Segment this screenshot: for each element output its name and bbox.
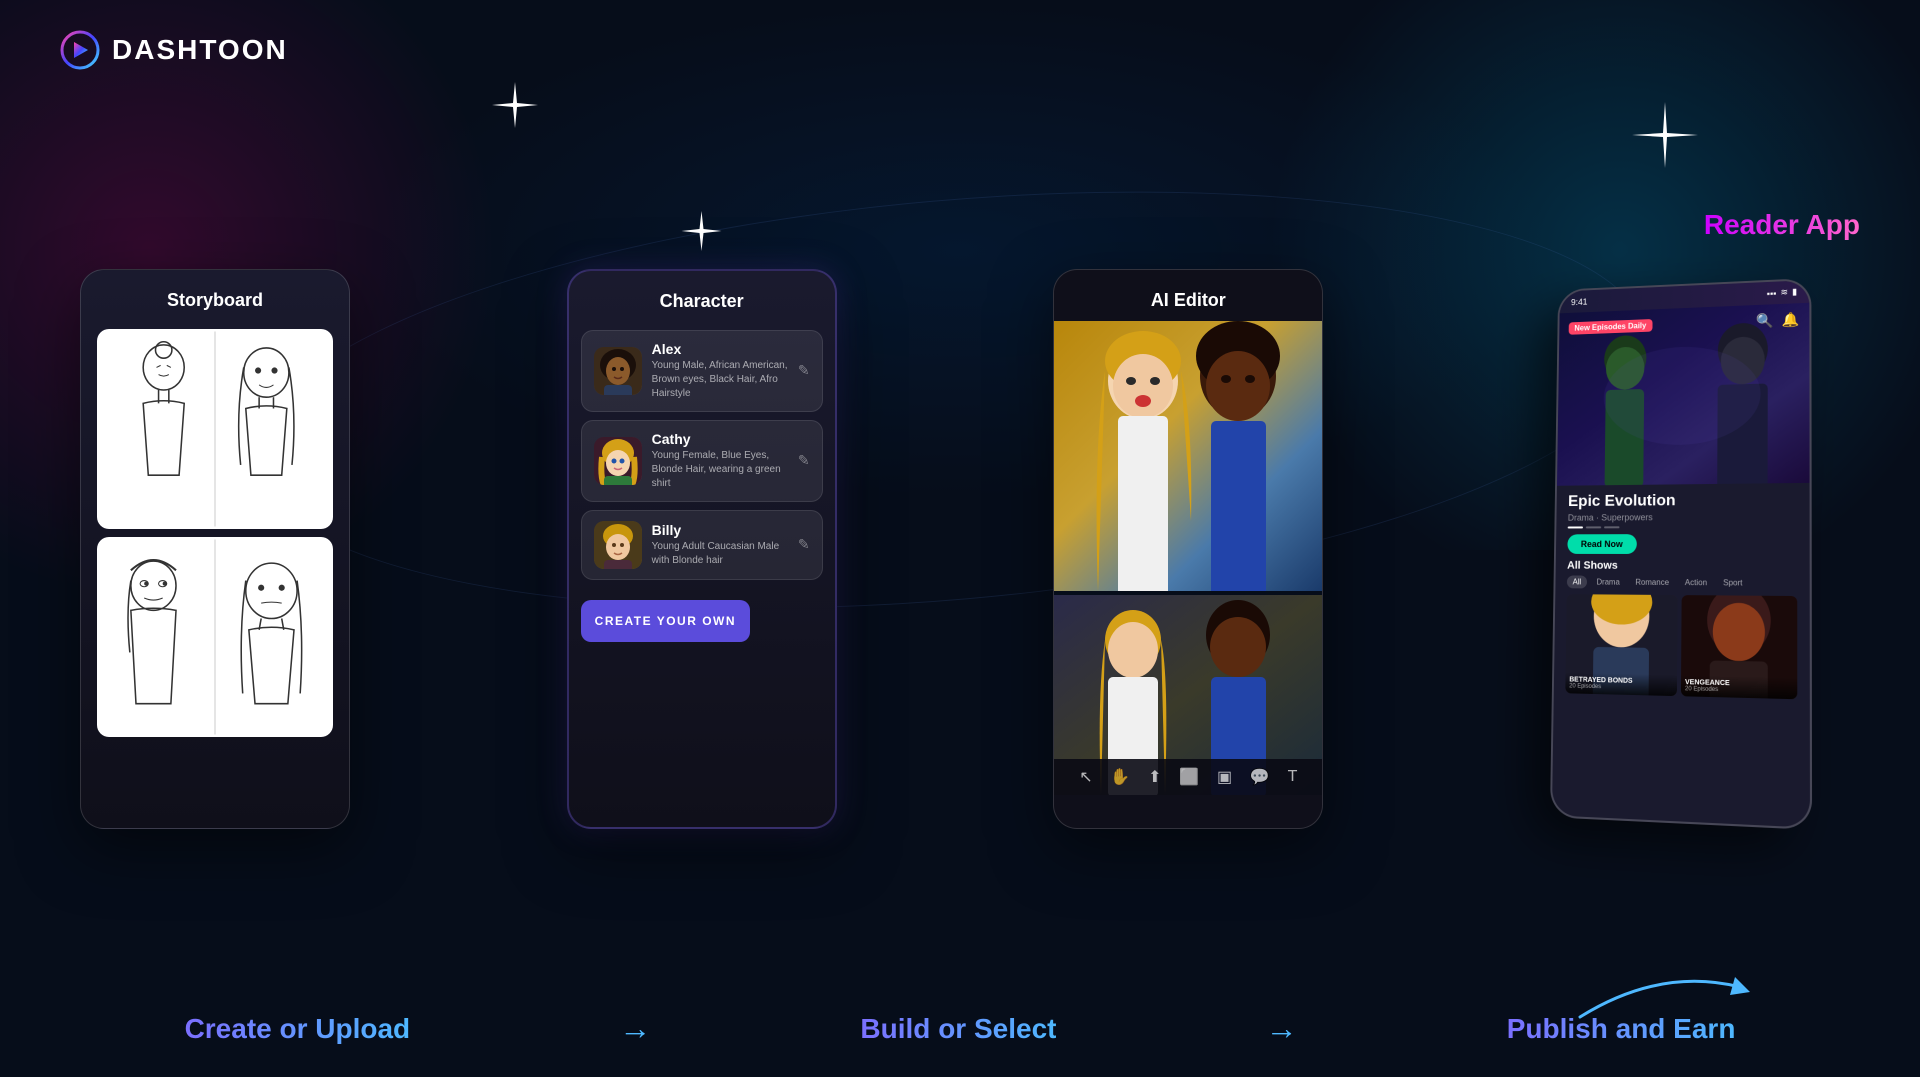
reader-app-screen: 9:41 ▪▪▪ ≋ ▮ bbox=[1550, 277, 1812, 829]
all-shows-label: All Shows bbox=[1567, 559, 1797, 572]
header: DASHTOON bbox=[60, 30, 288, 70]
reader-card-betrayed[interactable]: BETRAYED BONDS 20 Episodes bbox=[1565, 594, 1677, 696]
reader-content: Epic Evolution Drama · Superpowers Read … bbox=[1554, 482, 1810, 707]
storyboard-phone: Storyboard bbox=[80, 269, 350, 829]
ai-editor-phone-wrapper: AI Editor bbox=[1053, 269, 1323, 829]
search-icon[interactable]: 🔍 bbox=[1756, 312, 1774, 329]
reader-tabs: All Drama Romance Action Sport bbox=[1567, 575, 1797, 589]
dot-2 bbox=[1586, 526, 1601, 528]
panel-tool-icon[interactable]: ▣ bbox=[1217, 767, 1232, 787]
reader-card-vengeance[interactable]: VENGEANCE 20 Episodes bbox=[1681, 595, 1797, 699]
char-info-alex: Alex Young Male, African American, Brown… bbox=[652, 341, 788, 401]
ai-scene-bottom: ↖ ✋ ⬆ ⬜ ▣ 💬 T bbox=[1054, 595, 1322, 795]
card-overlay-betrayed: BETRAYED BONDS 20 Episodes bbox=[1565, 672, 1677, 696]
character-card-billy[interactable]: Billy Young Adult Caucasian Male with Bl… bbox=[581, 510, 823, 580]
reader-app-label: Reader App bbox=[1704, 209, 1860, 241]
character-list: Alex Young Male, African American, Brown… bbox=[569, 322, 835, 588]
char-desc-cathy: Young Female, Blue Eyes, Blonde Hair, we… bbox=[652, 449, 788, 491]
character-star bbox=[679, 209, 724, 259]
reader-app-wrapper: Reader App 9:41 ▪▪▪ ≋ ▮ bbox=[1520, 259, 1840, 839]
tab-romance[interactable]: Romance bbox=[1629, 575, 1675, 588]
arrow2: → bbox=[1266, 1010, 1298, 1047]
status-icons: ▪▪▪ ≋ ▮ bbox=[1767, 286, 1797, 298]
char-name-cathy: Cathy bbox=[652, 431, 788, 447]
tab-sport[interactable]: Sport bbox=[1717, 576, 1749, 589]
char-desc-billy: Young Adult Caucasian Male with Blonde h… bbox=[652, 540, 788, 568]
brand-name: DASHTOON bbox=[112, 34, 288, 66]
ai-toolbar: ↖ ✋ ⬆ ⬜ ▣ 💬 T bbox=[1054, 759, 1322, 795]
character-phone-wrapper: Character bbox=[567, 269, 837, 829]
ai-editor-title: AI Editor bbox=[1054, 270, 1322, 321]
tab-action[interactable]: Action bbox=[1679, 576, 1713, 589]
dot-3 bbox=[1604, 526, 1619, 528]
show-genre: Drama · Superpowers bbox=[1568, 511, 1797, 522]
char-avatar-cathy bbox=[594, 437, 642, 485]
storyboard-panels bbox=[81, 321, 349, 745]
dot-1 bbox=[1568, 526, 1583, 528]
sketch-panel-1 bbox=[97, 329, 333, 529]
signal-icon: ▪▪▪ bbox=[1767, 287, 1777, 297]
ai-scene-top bbox=[1054, 321, 1322, 591]
storyboard-screen: Storyboard bbox=[80, 269, 350, 829]
upload-tool-icon[interactable]: ⬆ bbox=[1148, 767, 1161, 787]
char-desc-alex: Young Male, African American, Brown eyes… bbox=[652, 359, 788, 401]
bell-icon[interactable]: 🔔 bbox=[1781, 311, 1799, 328]
create-own-button[interactable]: CREATE YOUR OWN bbox=[581, 600, 750, 642]
storyboard-title: Storyboard bbox=[81, 270, 349, 321]
battery-icon: ▮ bbox=[1792, 286, 1797, 297]
reader-hero: New Episodes Daily 🔍 🔔 bbox=[1557, 302, 1810, 485]
status-time: 9:41 bbox=[1571, 296, 1588, 306]
logo-icon bbox=[60, 30, 100, 70]
reader-dots bbox=[1568, 525, 1798, 528]
edit-icon-billy[interactable]: ✎ bbox=[798, 536, 810, 553]
card-overlay-vengeance: VENGEANCE 20 Episodes bbox=[1681, 674, 1797, 698]
char-name-alex: Alex bbox=[652, 341, 788, 357]
read-now-button[interactable]: Read Now bbox=[1567, 534, 1636, 554]
character-title: Character bbox=[569, 271, 835, 322]
step1-label: Create or Upload bbox=[185, 1013, 411, 1045]
chat-tool-icon[interactable]: 💬 bbox=[1250, 767, 1270, 787]
cursor-tool-icon[interactable]: ↖ bbox=[1079, 767, 1092, 787]
curved-arrow-decoration bbox=[1560, 957, 1760, 1037]
char-avatar-billy bbox=[594, 521, 642, 569]
main-layout: Storyboard bbox=[80, 120, 1840, 977]
character-screen: Character bbox=[567, 269, 837, 829]
char-info-cathy: Cathy Young Female, Blue Eyes, Blonde Ha… bbox=[652, 431, 788, 491]
tab-drama[interactable]: Drama bbox=[1591, 575, 1626, 588]
frame-tool-icon[interactable]: ⬜ bbox=[1179, 767, 1199, 787]
sketch-panel-2 bbox=[97, 537, 333, 737]
show-title: Epic Evolution bbox=[1568, 491, 1797, 511]
reader-nav-icons: 🔍 🔔 bbox=[1756, 311, 1799, 329]
character-card-cathy[interactable]: Cathy Young Female, Blue Eyes, Blonde Ha… bbox=[581, 420, 823, 502]
hand-tool-icon[interactable]: ✋ bbox=[1110, 767, 1130, 787]
reader-badge: New Episodes Daily bbox=[1569, 319, 1653, 335]
step2-label: Build or Select bbox=[860, 1013, 1056, 1045]
char-avatar-alex bbox=[594, 347, 642, 395]
char-name-billy: Billy bbox=[652, 522, 788, 538]
edit-icon-cathy[interactable]: ✎ bbox=[798, 452, 810, 469]
edit-icon-alex[interactable]: ✎ bbox=[798, 362, 810, 379]
char-info-billy: Billy Young Adult Caucasian Male with Bl… bbox=[652, 522, 788, 568]
wifi-icon: ≋ bbox=[1780, 286, 1788, 297]
reader-card-grid: BETRAYED BONDS 20 Episodes bbox=[1565, 594, 1797, 699]
step-labels-container: Create or Upload → Build or Select → Pub… bbox=[80, 1010, 1840, 1047]
character-card-alex[interactable]: Alex Young Male, African American, Brown… bbox=[581, 330, 823, 412]
ai-editor-screen: AI Editor bbox=[1053, 269, 1323, 829]
arrow1: → bbox=[619, 1010, 651, 1047]
text-tool-icon[interactable]: T bbox=[1288, 768, 1298, 786]
tab-all[interactable]: All bbox=[1567, 575, 1587, 588]
